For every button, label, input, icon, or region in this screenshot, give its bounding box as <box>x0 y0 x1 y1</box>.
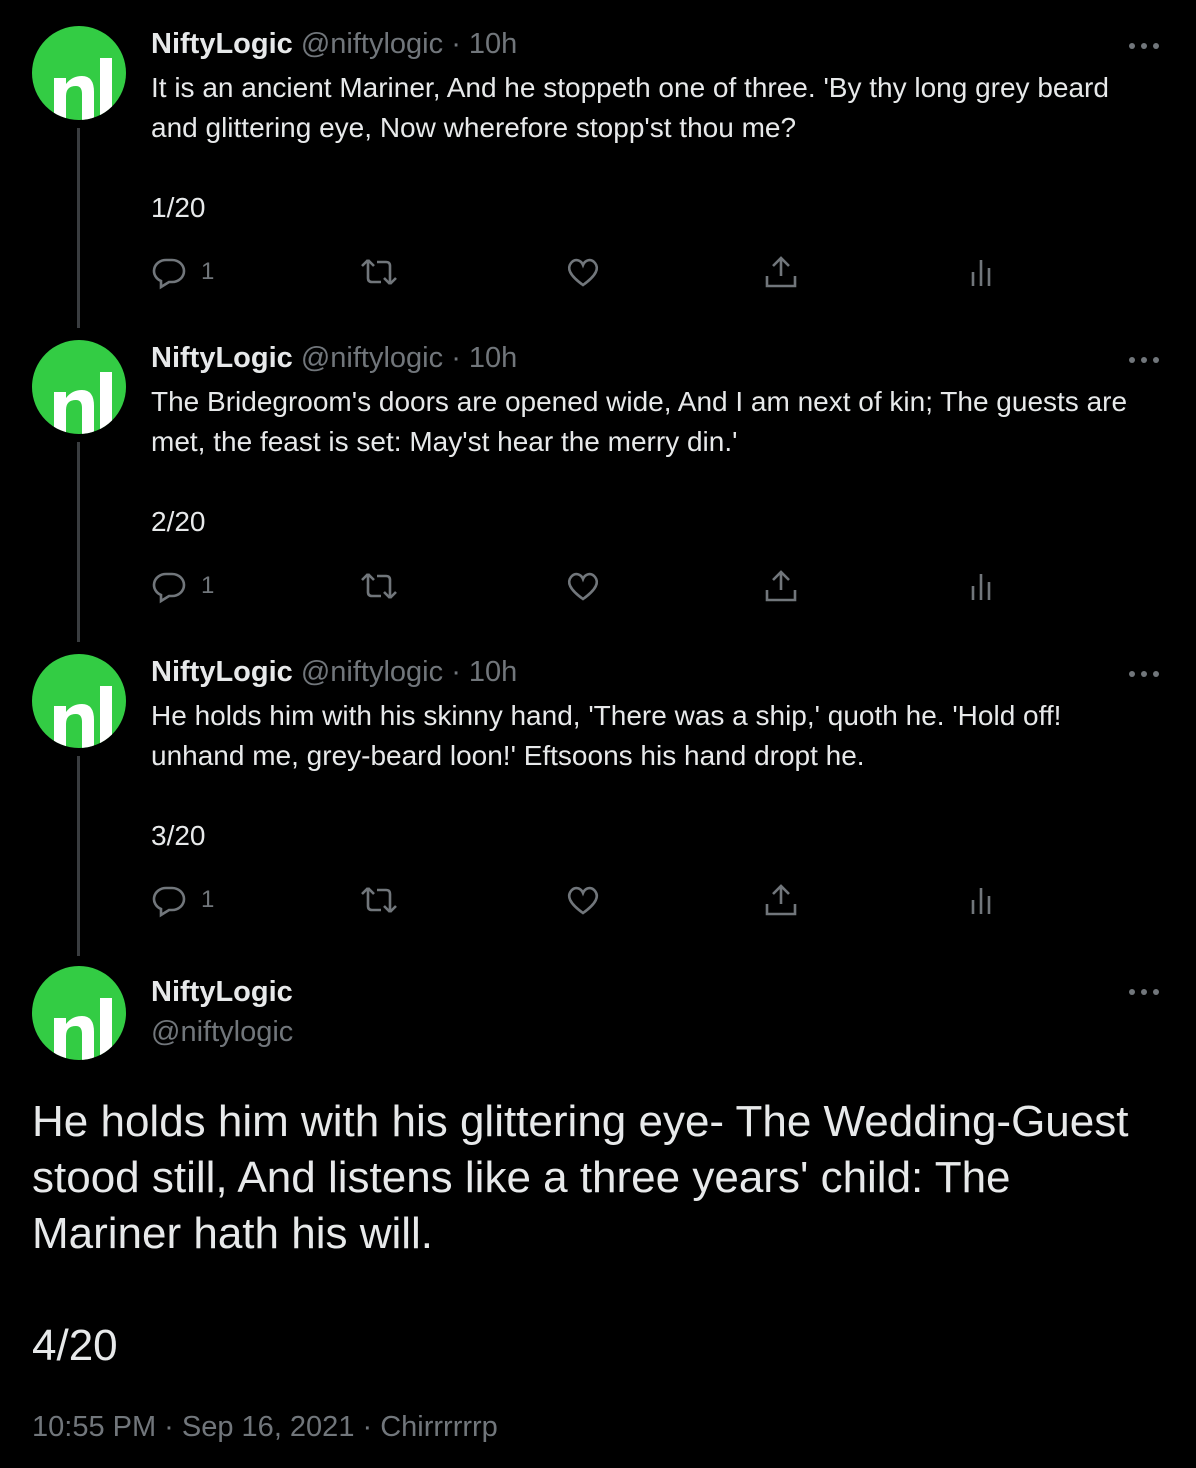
retweet-icon <box>361 887 397 913</box>
analytics-button[interactable] <box>967 880 997 920</box>
tweet-2[interactable]: NiftyLogic @niftylogic · 10h The Bridegr… <box>0 340 1196 640</box>
share-icon <box>765 884 797 916</box>
niftylogic-logo-icon <box>54 58 112 120</box>
display-name[interactable]: NiftyLogic <box>151 342 293 374</box>
reply-button[interactable]: 1 <box>151 566 214 606</box>
reply-button[interactable]: 1 <box>151 252 214 292</box>
share-icon <box>765 256 797 288</box>
share-button[interactable] <box>763 880 799 920</box>
thread-count: 2/20 <box>151 506 206 537</box>
timestamp[interactable]: 10h <box>469 342 517 374</box>
tweet-text: The Bridegroom's doors are opened wide, … <box>151 382 1151 462</box>
avatar[interactable] <box>32 340 126 434</box>
avatar[interactable] <box>32 26 126 120</box>
more-icon[interactable] <box>1126 36 1162 56</box>
reply-icon <box>152 886 186 918</box>
display-name[interactable]: NiftyLogic <box>151 974 293 1010</box>
thread-count: 3/20 <box>151 820 206 851</box>
more-icon[interactable] <box>1126 350 1162 370</box>
retweet-button[interactable] <box>359 252 399 292</box>
reply-icon <box>152 572 186 604</box>
tweet-text-content: He holds him with his skinny hand, 'Ther… <box>151 700 1062 771</box>
like-button[interactable] <box>565 566 601 606</box>
handle[interactable]: @niftylogic <box>301 28 443 60</box>
more-icon[interactable] <box>1126 982 1162 1002</box>
tweet-metadata[interactable]: 10:55 PM · Sep 16, 2021 · Chirrrrrrp <box>32 1409 498 1445</box>
tweet-text: It is an ancient Mariner, And he stoppet… <box>151 68 1151 148</box>
niftylogic-logo-icon <box>54 686 112 748</box>
share-icon <box>765 570 797 602</box>
tweet-1[interactable]: NiftyLogic @niftylogic · 10h It is an an… <box>0 26 1196 326</box>
analytics-icon <box>971 574 991 600</box>
display-name[interactable]: NiftyLogic <box>151 28 293 60</box>
action-bar: 1 <box>151 566 1011 606</box>
separator: · <box>451 342 461 374</box>
tweet-header: NiftyLogic @niftylogic · 10h <box>151 654 517 690</box>
retweet-button[interactable] <box>359 880 399 920</box>
tweet-text: He holds him with his skinny hand, 'Ther… <box>151 696 1151 776</box>
reply-count: 1 <box>201 572 215 599</box>
handle[interactable]: @niftylogic <box>301 342 443 374</box>
thread-count: 1/20 <box>151 192 206 223</box>
action-bar: 1 <box>151 880 1011 920</box>
handle[interactable]: @niftylogic <box>151 1014 293 1050</box>
timestamp[interactable]: 10h <box>469 656 517 688</box>
like-button[interactable] <box>565 880 601 920</box>
display-name[interactable]: NiftyLogic <box>151 656 293 688</box>
niftylogic-logo-icon <box>54 372 112 434</box>
reply-count: 1 <box>201 886 215 913</box>
tweet-header: NiftyLogic @niftylogic · 10h <box>151 340 517 376</box>
like-icon <box>567 572 599 601</box>
reply-button[interactable]: 1 <box>151 880 214 920</box>
avatar[interactable] <box>32 654 126 748</box>
analytics-icon <box>971 888 991 914</box>
reply-icon <box>152 258 186 290</box>
share-button[interactable] <box>763 252 799 292</box>
analytics-icon <box>971 260 991 286</box>
separator: · <box>451 28 461 60</box>
share-button[interactable] <box>763 566 799 606</box>
like-button[interactable] <box>565 252 601 292</box>
retweet-button[interactable] <box>359 566 399 606</box>
retweet-icon <box>361 259 397 285</box>
timestamp[interactable]: 10h <box>469 28 517 60</box>
like-icon <box>567 886 599 915</box>
tweet-header: NiftyLogic @niftylogic · 10h <box>151 26 517 62</box>
analytics-button[interactable] <box>967 252 997 292</box>
main-tweet: NiftyLogic @niftylogic He holds him with… <box>0 966 1196 1456</box>
action-bar: 1 <box>151 252 1011 292</box>
handle[interactable]: @niftylogic <box>301 656 443 688</box>
thread-count: 4/20 <box>32 1321 118 1370</box>
like-icon <box>567 258 599 287</box>
retweet-icon <box>361 573 397 599</box>
avatar[interactable] <box>32 966 126 1060</box>
analytics-button[interactable] <box>967 566 997 606</box>
reply-count: 1 <box>201 258 215 285</box>
tweet-text-content: The Bridegroom's doors are opened wide, … <box>151 386 1128 457</box>
more-icon[interactable] <box>1126 664 1162 684</box>
separator: · <box>451 656 461 688</box>
tweet-3[interactable]: NiftyLogic @niftylogic · 10h He holds hi… <box>0 654 1196 954</box>
niftylogic-logo-icon <box>54 998 112 1060</box>
tweet-text: He holds him with his glittering eye- Th… <box>32 1097 1129 1258</box>
tweet-text-content: It is an ancient Mariner, And he stoppet… <box>151 72 1109 143</box>
